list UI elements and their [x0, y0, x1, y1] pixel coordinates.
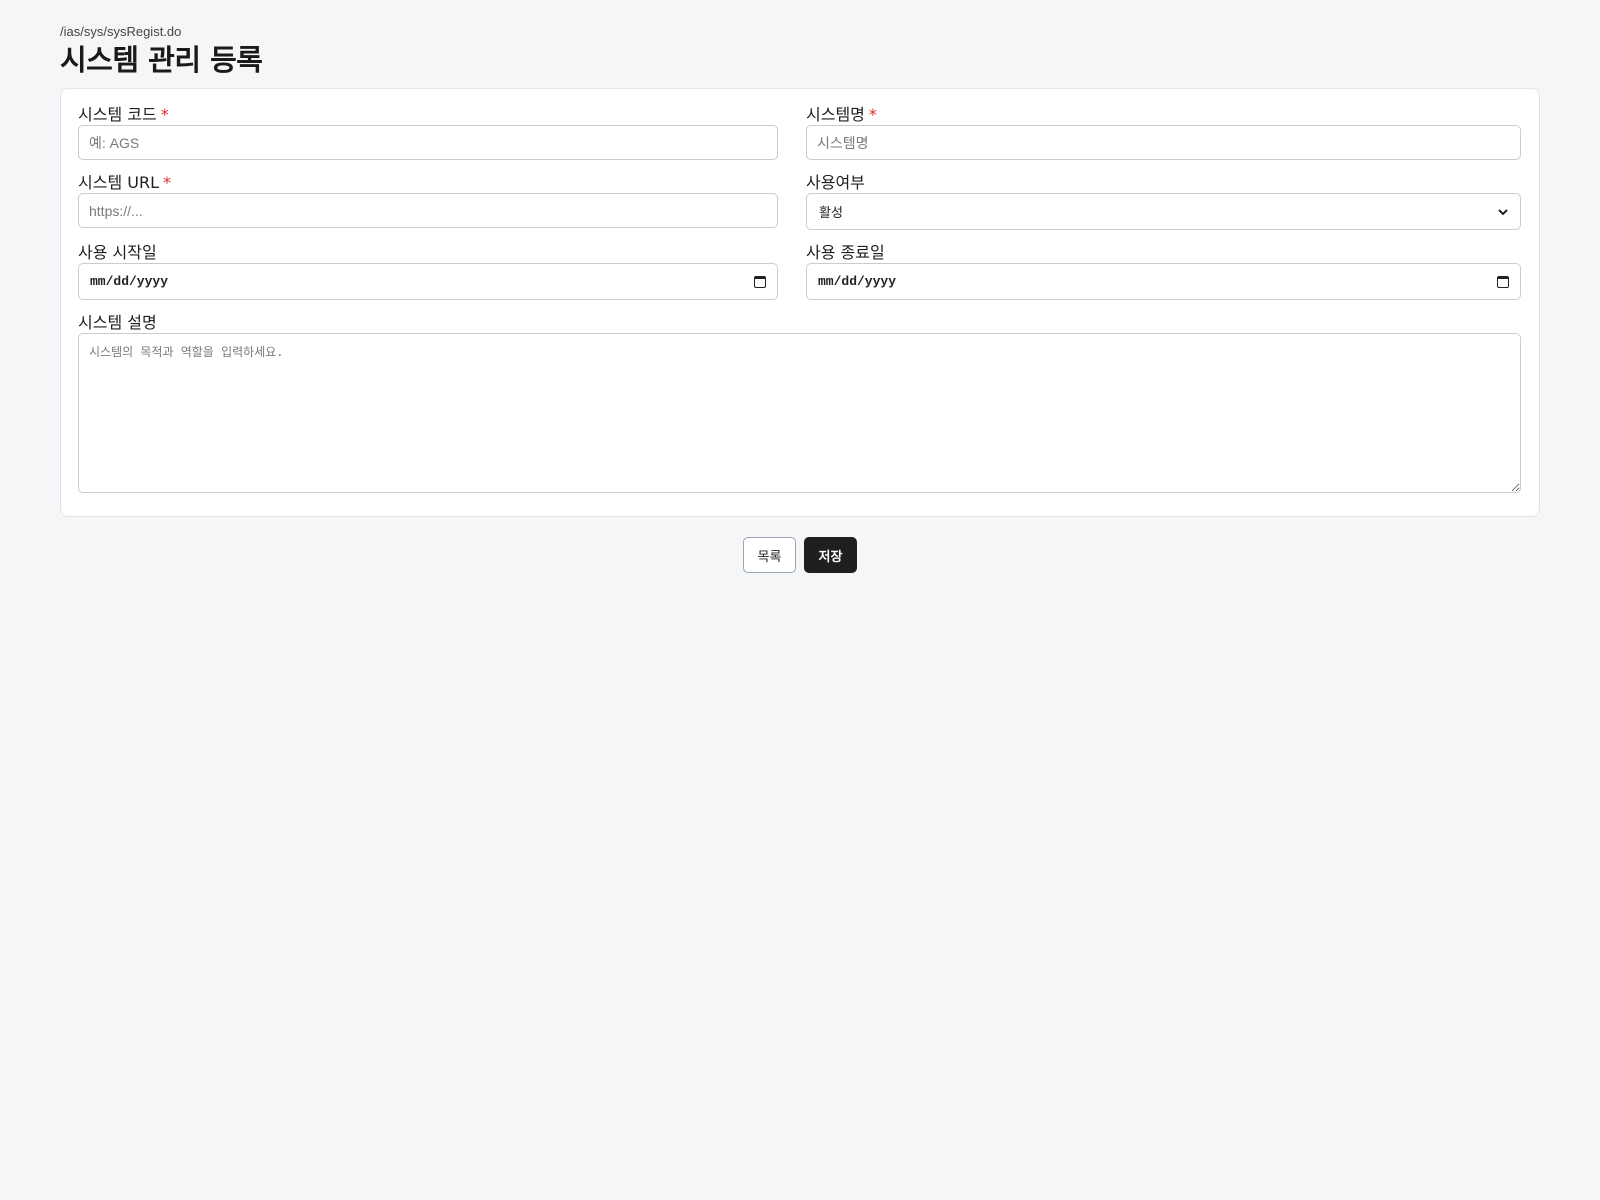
description-textarea[interactable] [78, 333, 1521, 493]
start-date-field: 사용 시작일 mm/dd/yyyy [78, 243, 778, 300]
end-date-input[interactable]: mm/dd/yyyy [806, 263, 1521, 300]
chevron-down-icon [1498, 205, 1508, 219]
required-mark: * [163, 173, 171, 192]
registration-form: 시스템 코드* 시스템명* 시스템 URL* 사용여부 활성 사용 시작일 [60, 88, 1540, 517]
required-mark: * [160, 105, 169, 124]
page-path: /ias/sys/sysRegist.do [60, 24, 182, 39]
system-name-label: 시스템명 * [806, 105, 877, 124]
calendar-icon[interactable] [754, 275, 766, 288]
form-actions: 목록 저장 [60, 537, 1540, 573]
page: /ias/sys/sysRegist.do 시스템 관리 등록 시스템 코드 * … [60, 24, 1540, 573]
end-date-field: 사용 종료일 mm/dd/yyyy [806, 243, 1521, 300]
use-yn-selected: 활성 [819, 206, 843, 221]
start-date-input[interactable]: mm/dd/yyyy [78, 263, 778, 300]
system-url-label: 시스템 URL * [78, 173, 171, 192]
system-name-field: 시스템명 * [806, 105, 1521, 160]
required-mark: * [868, 105, 877, 124]
list-button[interactable]: 목록 [743, 537, 796, 573]
end-date-placeholder: mm/dd/yyyy [818, 274, 897, 289]
system-code-input[interactable] [78, 125, 778, 160]
system-url-field: 시스템 URL * [78, 173, 778, 228]
start-date-label: 사용 시작일 [78, 243, 157, 262]
description-label: 시스템 설명 [78, 313, 157, 332]
calendar-icon[interactable] [1497, 275, 1509, 288]
use-yn-select[interactable]: 활성 [806, 193, 1521, 230]
end-date-label: 사용 종료일 [806, 243, 885, 262]
system-code-label: 시스템 코드 * [78, 105, 169, 124]
use-yn-field: 사용여부 활성 [806, 173, 1521, 230]
system-url-input[interactable] [78, 193, 778, 228]
description-wrapper [78, 333, 1521, 493]
system-name-input[interactable] [806, 125, 1521, 160]
description-field: 시스템 설명 [78, 313, 1521, 493]
page-title: 시스템 관리 등록 [60, 43, 263, 77]
use-yn-label: 사용여부 [806, 173, 865, 192]
save-button[interactable]: 저장 [804, 537, 857, 573]
start-date-placeholder: mm/dd/yyyy [90, 274, 169, 289]
system-code-field: 시스템 코드 * [78, 105, 778, 160]
